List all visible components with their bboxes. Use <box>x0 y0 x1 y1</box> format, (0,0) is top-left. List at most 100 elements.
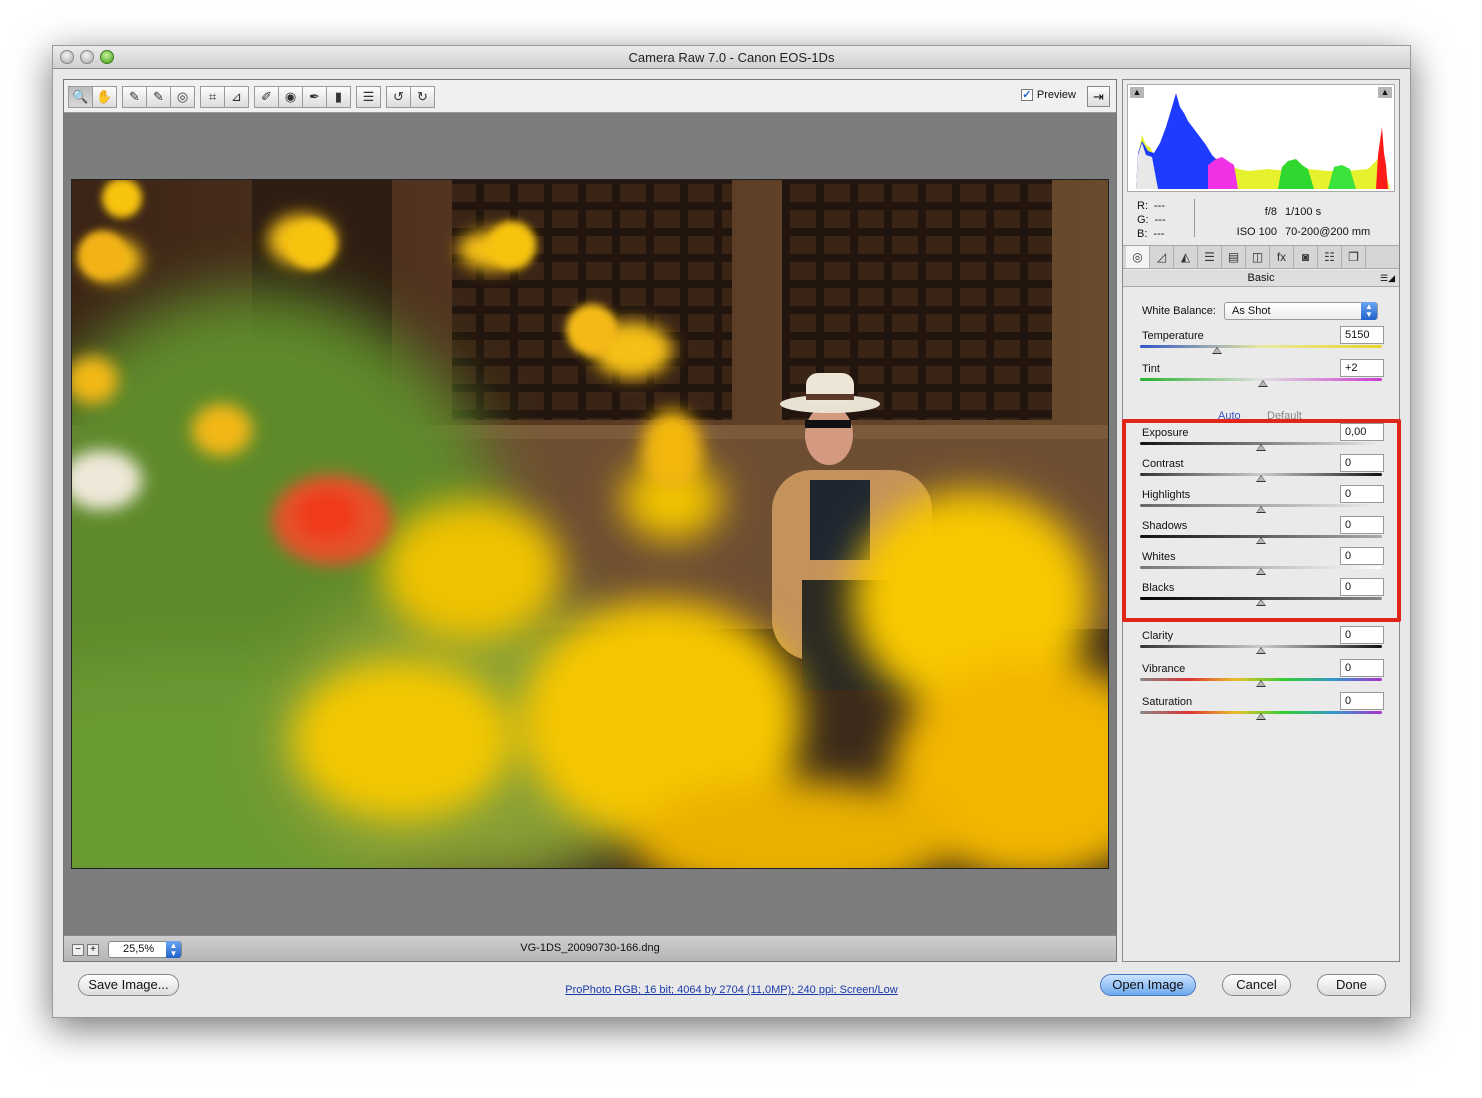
color-sampler-tool[interactable]: ✎ <box>146 86 171 108</box>
g-value: --- <box>1154 214 1166 226</box>
straighten-icon: ⊿ <box>231 89 242 104</box>
bottom-bar: Save Image... ProPhoto RGB; 16 bit; 4064… <box>53 974 1410 1014</box>
temperature-slider: Temperature 5150 <box>1140 326 1384 360</box>
cancel-button[interactable]: Cancel <box>1222 974 1291 996</box>
panel-header: Basic ☰◢ <box>1123 270 1399 287</box>
temperature-label: Temperature <box>1142 330 1204 342</box>
saturation-thumb[interactable] <box>1256 713 1266 720</box>
vibrance-thumb[interactable] <box>1256 680 1266 687</box>
temperature-track[interactable] <box>1140 345 1382 348</box>
histogram-graph <box>1136 93 1390 189</box>
targeted-adjustment-tool[interactable]: ◎ <box>170 86 195 108</box>
b-value: --- <box>1153 228 1165 240</box>
flowers-blur <box>292 460 1108 868</box>
clarity-value-field[interactable]: 0 <box>1340 626 1384 644</box>
tone-curve-icon: ◿ <box>1156 250 1167 264</box>
r-label: R: <box>1137 200 1148 212</box>
temperature-thumb[interactable] <box>1212 347 1223 354</box>
updown-arrow-icon: ▲ ▼ <box>1360 302 1377 320</box>
fullscreen-button[interactable]: ⇥ <box>1087 86 1110 107</box>
tint-label: Tint <box>1142 363 1160 375</box>
white-balance-select[interactable]: As Shot ▲ ▼ <box>1223 302 1378 320</box>
photo-image <box>72 180 1108 868</box>
white-balance-tool[interactable]: ✎ <box>122 86 147 108</box>
clarity-thumb[interactable] <box>1256 647 1266 654</box>
tool-bar: 🔍 ✋ ✎ ✎ ◎ ⌗ ⊿ ✐ ◉ ✒ ▮ ☰ ↺ ↻ ✓ Preview ⇥ <box>64 80 1116 113</box>
red-eye-removal-icon: ◉ <box>284 89 297 104</box>
triangle-up-icon: ▲ <box>1132 87 1142 97</box>
rotate-left-tool[interactable]: ↺ <box>386 86 411 108</box>
tab-hsl[interactable]: ☰ <box>1198 246 1222 268</box>
clarity-slider: Clarity 0 <box>1140 626 1384 660</box>
panel-tabs: ◎ ◿ ◭ ☰ ▤ ◫ fx ◙ ☷ ❐ <box>1123 245 1399 269</box>
lens: 70-200@200 mm <box>1285 226 1371 238</box>
tab-effects[interactable]: fx <box>1270 246 1294 268</box>
white-balance-value: As Shot <box>1231 305 1271 317</box>
saturation-value-field[interactable]: 0 <box>1340 692 1384 710</box>
basic-icon: ◎ <box>1132 250 1143 264</box>
crop-tool[interactable]: ⌗ <box>200 86 225 108</box>
white-balance-icon: ✎ <box>129 89 140 104</box>
tint-slider: Tint +2 <box>1140 359 1384 393</box>
temperature-value-field[interactable]: 5150 <box>1340 326 1384 344</box>
effects-icon: fx <box>1276 250 1287 264</box>
file-name: VG-1DS_20090730-166.dng <box>520 942 660 954</box>
spot-removal-icon: ✐ <box>261 89 272 104</box>
g-label: G: <box>1137 214 1149 226</box>
preview-toggle[interactable]: ✓ Preview <box>1020 89 1076 101</box>
aperture: f/8 <box>1264 206 1277 218</box>
rotate-left-icon: ↺ <box>393 89 404 104</box>
white-balance-label: White Balance: <box>1142 305 1216 317</box>
targeted-adjustment-icon: ◎ <box>176 89 189 104</box>
preferences-icon: ☰ <box>362 89 375 104</box>
hand-icon: ✋ <box>96 89 113 104</box>
hsl-icon: ☰ <box>1204 250 1215 264</box>
graduated-filter-tool[interactable]: ▮ <box>326 86 351 108</box>
tools-group: 🔍 ✋ ✎ ✎ ◎ ⌗ ⊿ ✐ ◉ ✒ ▮ ☰ ↺ ↻ <box>68 86 435 108</box>
adjustment-brush-tool[interactable]: ✒ <box>302 86 327 108</box>
r-value: --- <box>1154 200 1165 212</box>
red-eye-removal-tool[interactable]: ◉ <box>278 86 303 108</box>
rotate-right-tool[interactable]: ↻ <box>410 86 435 108</box>
title-bar: Camera Raw 7.0 - Canon EOS-1Ds <box>53 46 1410 69</box>
detail-icon: ◭ <box>1180 250 1191 264</box>
exif-readout: f/8 1/100 s ISO 100 70-200@200 mm <box>1223 202 1371 242</box>
tab-split-toning[interactable]: ▤ <box>1222 246 1246 268</box>
crop-icon: ⌗ <box>208 89 217 104</box>
workflow-options-link[interactable]: ProPhoto RGB; 16 bit; 4064 by 2704 (11,0… <box>53 984 1410 996</box>
tab-camera-calibration[interactable]: ◙ <box>1294 246 1318 268</box>
shadow-clipping-warning[interactable]: ▲ <box>1130 87 1144 98</box>
tab-tone-curve[interactable]: ◿ <box>1150 246 1174 268</box>
b-label: B: <box>1137 228 1148 240</box>
tint-value-field[interactable]: +2 <box>1340 359 1384 377</box>
adjustment-brush-icon: ✒ <box>309 89 320 104</box>
zoom-tool[interactable]: 🔍 <box>68 86 93 108</box>
tab-detail[interactable]: ◭ <box>1174 246 1198 268</box>
tab-basic[interactable]: ◎ <box>1126 246 1150 268</box>
presets-icon: ☷ <box>1324 250 1335 264</box>
info-readout: R: --- G: --- B: --- f/8 1/100 s ISO 100 70-2… <box>1123 193 1399 243</box>
preferences-tool[interactable]: ☰ <box>356 86 381 108</box>
vibrance-label: Vibrance <box>1142 663 1186 675</box>
panel-menu-icon[interactable]: ☰◢ <box>1380 270 1395 286</box>
highlight-annotation-frame <box>1122 419 1401 622</box>
tab-lens-corrections[interactable]: ◫ <box>1246 246 1270 268</box>
shutter-speed: 1/100 s <box>1285 206 1322 218</box>
spot-removal-tool[interactable]: ✐ <box>254 86 279 108</box>
vibrance-slider: Vibrance 0 <box>1140 659 1384 693</box>
open-image-button[interactable]: Open Image <box>1100 974 1196 996</box>
saturation-label: Saturation <box>1142 696 1193 708</box>
preview-checkbox[interactable]: ✓ <box>1020 89 1033 101</box>
tint-thumb[interactable] <box>1258 380 1269 387</box>
white-balance-row: White Balance: As Shot ▲ ▼ <box>1142 302 1378 320</box>
vibrance-value-field[interactable]: 0 <box>1340 659 1384 677</box>
image-preview[interactable] <box>71 179 1109 869</box>
tab-snapshots[interactable]: ❐ <box>1342 246 1366 268</box>
tab-presets[interactable]: ☷ <box>1318 246 1342 268</box>
clarity-label: Clarity <box>1142 630 1174 642</box>
highlight-clipping-warning[interactable]: ▲ <box>1378 87 1392 98</box>
zoom-icon: 🔍 <box>72 89 89 104</box>
hand-tool[interactable]: ✋ <box>92 86 117 108</box>
straighten-tool[interactable]: ⊿ <box>224 86 249 108</box>
done-button[interactable]: Done <box>1317 974 1386 996</box>
